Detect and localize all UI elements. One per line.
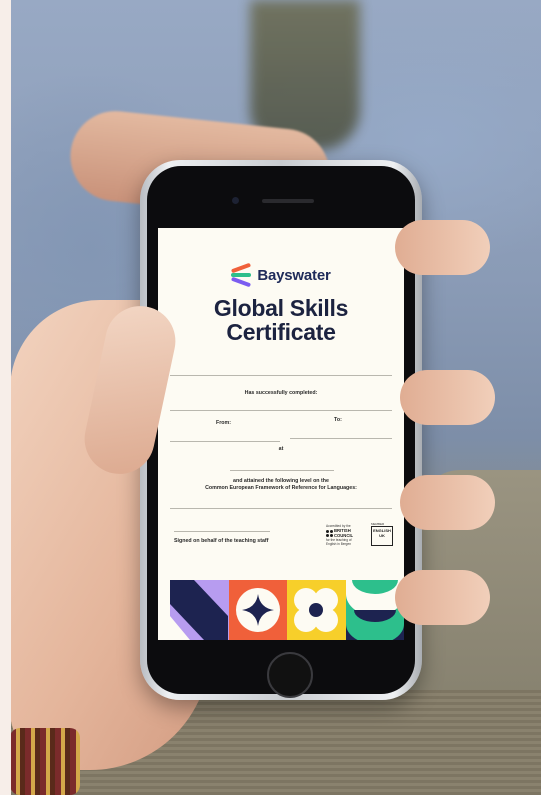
home-button[interactable]	[267, 652, 313, 698]
completed-label: Has successfully completed:	[244, 390, 318, 396]
english-uk-logo: ENGLISH UK	[371, 526, 393, 546]
certificate-title: Global Skills Certificate	[158, 296, 404, 344]
front-camera	[232, 197, 239, 204]
certificate-screen: Bayswater Global Skills Certificate Has …	[158, 228, 404, 640]
right-fingers	[395, 220, 505, 640]
attained-line-2: Common European Framework of Reference f…	[205, 485, 357, 491]
course-line	[170, 410, 392, 411]
to-line	[290, 438, 392, 439]
to-label: To:	[334, 417, 342, 423]
brand-logo: Bayswater	[158, 262, 404, 288]
title-line-2: Certificate	[226, 319, 336, 345]
british-council-logo: Accredited by the BRITISH COUNCIL for th…	[326, 524, 354, 547]
tile-yellow-flower	[287, 580, 346, 640]
name-line	[170, 375, 392, 376]
brand-name: Bayswater	[257, 266, 331, 284]
tile-purple-chevron	[170, 580, 229, 640]
signature-line	[174, 531, 270, 532]
photo-scene: Bayswater Global Skills Certificate Has …	[0, 0, 541, 795]
level-line	[170, 508, 392, 509]
left-edge-strip	[0, 0, 11, 795]
tile-orange-star	[228, 580, 287, 640]
decorative-tiles	[170, 580, 404, 640]
title-line-1: Global Skills	[213, 295, 349, 321]
from-line	[170, 441, 280, 442]
from-label: From:	[216, 420, 232, 426]
bracelet	[10, 728, 80, 795]
attained-line-1: and attained the following level on the	[233, 478, 329, 484]
british-council-dots-icon	[326, 530, 333, 538]
earpiece-speaker	[262, 199, 314, 203]
signed-label: Signed on behalf of the teaching staff	[174, 538, 269, 544]
school-line	[230, 470, 334, 471]
bayswater-logo-icon	[231, 262, 252, 288]
at-label: at	[278, 446, 284, 452]
